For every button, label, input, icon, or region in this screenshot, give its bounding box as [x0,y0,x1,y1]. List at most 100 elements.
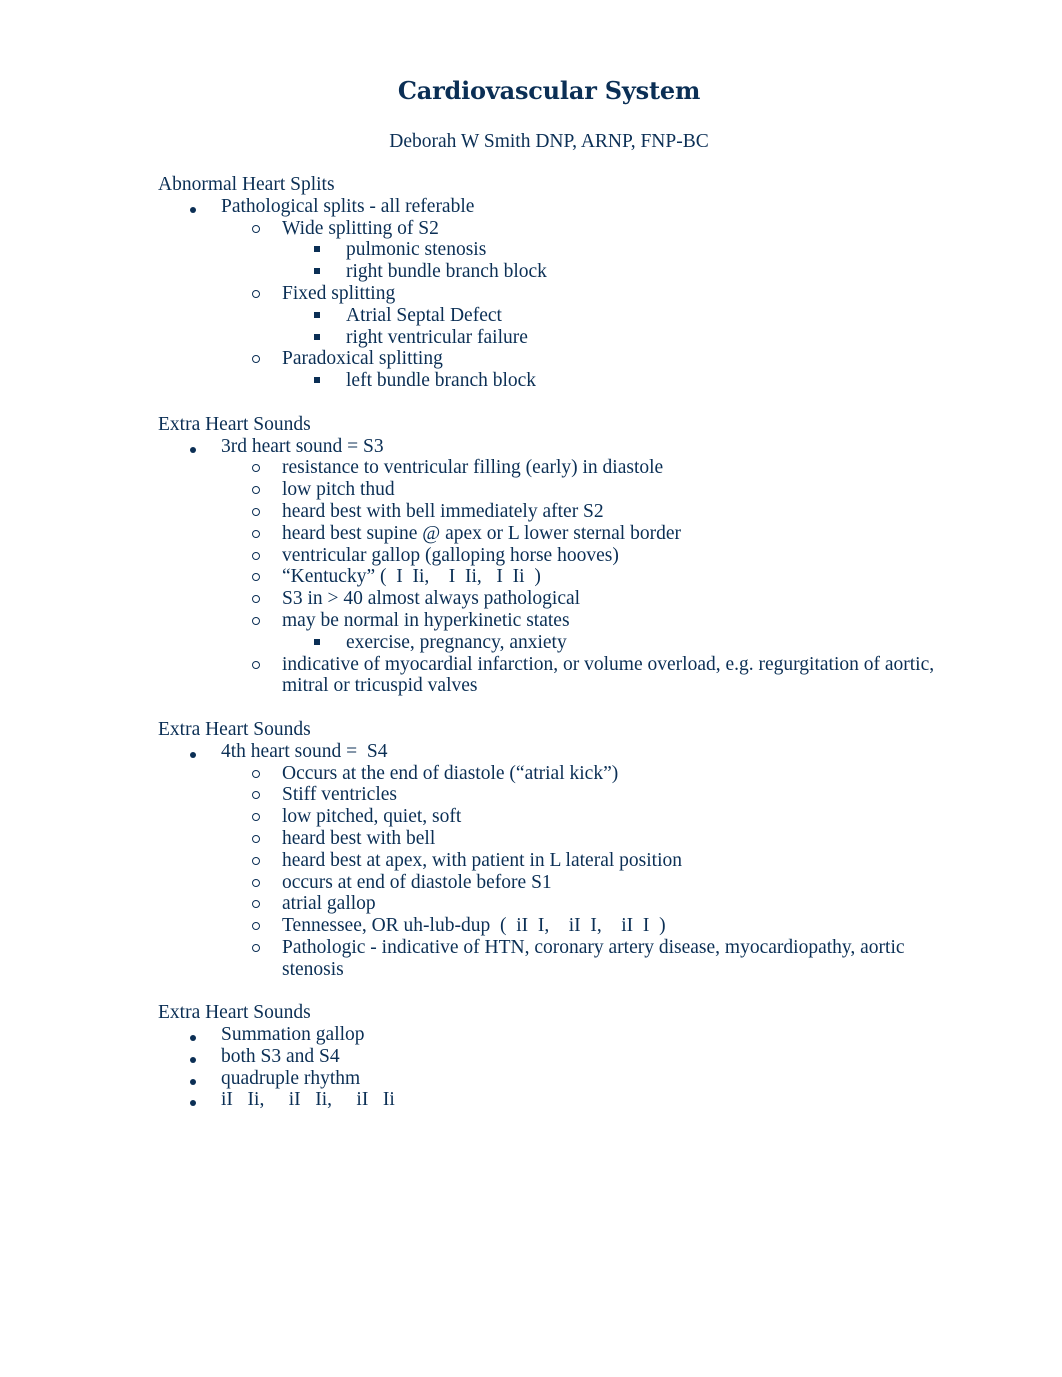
list-item: low pitched, quiet, soft [158,806,938,828]
document-title: Cardiovascular System [397,76,701,105]
circle-bullet-icon [252,943,260,952]
section-heading: Extra Heart Sounds [158,718,311,740]
circle-bullet-icon [252,595,260,604]
circle-bullet-icon [252,486,260,495]
circle-bullet-icon [252,660,260,669]
list-item: left bundle branch block [158,370,938,392]
square-bullet-icon [314,377,320,384]
circle-bullet-icon [252,464,260,473]
document-page: Cardiovascular System Deborah W Smith DN… [0,0,1062,1377]
list-item-text: Wide splitting of S2 [282,217,439,239]
list-item: quadruple rhythm [158,1068,938,1090]
list-item-text: right bundle branch block [346,261,547,283]
circle-bullet-icon [252,856,260,865]
list-item: pulmonic stenosis [158,239,938,261]
list-item-text: may be normal in hyperkinetic states [282,609,570,631]
list-item-text: quadruple rhythm [221,1067,361,1089]
circle-bullet-icon [252,791,260,800]
list-item-text: heard best with bell [282,827,436,849]
list-item-text: Pathological splits - all referable [221,195,475,217]
list-item: Pathological splits - all referable [158,196,938,218]
square-bullet-icon [314,333,320,340]
bullet-list: Summation gallop both S3 and S4 quadruple … [158,1024,938,1111]
section-extra-heart-sounds-summation: Extra Heart Sounds Summation gallop both … [158,1002,938,1111]
list-item-text: right ventricular failure [346,326,528,348]
disc-bullet-icon [190,446,196,453]
list-item: right ventricular failure [158,327,938,349]
list-item-text: Atrial Septal Defect [346,304,502,326]
disc-bullet-icon [190,206,196,213]
circle-bullet-icon [252,616,260,625]
list-item: Pathologic - indicative of HTN, coronary… [158,937,938,981]
list-item: Occurs at the end of diastole (“atrial k… [158,763,938,785]
list-item-text: S3 in > 40 almost always pathological [282,588,581,610]
disc-bullet-icon [190,1035,196,1042]
square-bullet-icon [314,246,320,253]
list-item: indicative of myocardial infarction, or … [158,654,938,698]
list-item: low pitch thud [158,479,938,501]
list-item: iI Ii, iI Ii, iI Ii [158,1089,938,1111]
disc-bullet-icon [190,1100,196,1107]
list-item: right bundle branch block [158,261,938,283]
section-extra-heart-sounds-s3: Extra Heart Sounds 3rd heart sound = S3 r… [158,414,938,697]
circle-bullet-icon [252,355,260,364]
document-author: Deborah W Smith DNP, ARNP, FNP-BC [389,131,709,152]
bullet-list: 3rd heart sound = S3 resistance to ventri… [158,436,938,698]
list-item: occurs at end of diastole before S1 [158,872,938,894]
list-item-text: iI Ii, iI Ii, iI Ii [221,1089,395,1111]
list-item-text: Tennessee, OR uh-lub-dup ( iI I, iI I, i… [282,915,666,937]
circle-bullet-icon [252,769,260,778]
list-item: Fixed splitting [158,283,938,305]
list-item: 3rd heart sound = S3 [158,436,938,458]
list-item: may be normal in hyperkinetic states [158,610,938,632]
list-item-text: heard best supine @ apex or L lower ster… [282,522,681,544]
list-item-text: Paradoxical splitting [282,348,443,370]
section-abnormal-heart-splits: Abnormal Heart Splits Pathological split… [158,174,938,392]
disc-bullet-icon [190,751,196,758]
list-item-text: pulmonic stenosis [346,239,487,261]
list-item-text: heard best at apex, with patient in L la… [282,849,682,871]
list-item: atrial gallop [158,893,938,915]
circle-bullet-icon [252,224,260,233]
list-item-text: left bundle branch block [346,370,537,392]
circle-bullet-icon [252,289,260,298]
circle-bullet-icon [252,878,260,887]
list-item-text: Pathologic - indicative of HTN, coronary… [282,936,910,980]
list-item-text: ventricular gallop (galloping horse hoov… [282,544,619,566]
circle-bullet-icon [252,900,260,909]
document-content: Abnormal Heart Splits Pathological split… [158,174,938,1133]
list-item-text: Fixed splitting [282,282,396,304]
list-item: Tennessee, OR uh-lub-dup ( iI I, iI I, i… [158,915,938,937]
list-item-text: indicative of myocardial infarction, or … [282,653,940,697]
section-heading: Extra Heart Sounds [158,413,311,435]
square-bullet-icon [314,638,320,645]
list-item-text: occurs at end of diastole before S1 [282,871,552,893]
list-item-text: exercise, pregnancy, anxiety [346,631,567,653]
list-item: “Kentucky” ( I Ii, I Ii, I Ii ) [158,566,938,588]
section-extra-heart-sounds-s4: Extra Heart Sounds 4th heart sound = S4 O… [158,719,938,981]
circle-bullet-icon [252,922,260,931]
list-item: both S3 and S4 [158,1046,938,1068]
circle-bullet-icon [252,573,260,582]
square-bullet-icon [314,268,320,275]
list-item: heard best at apex, with patient in L la… [158,850,938,872]
list-item: Paradoxical splitting [158,348,938,370]
circle-bullet-icon [252,529,260,538]
list-item: heard best with bell [158,828,938,850]
list-item-text: 3rd heart sound = S3 [221,435,384,457]
list-item-text: 4th heart sound = S4 [221,740,388,762]
list-item: ventricular gallop (galloping horse hoov… [158,545,938,567]
circle-bullet-icon [252,551,260,560]
list-item-text: low pitch thud [282,479,395,501]
list-item-text: low pitched, quiet, soft [282,806,462,828]
list-item-text: Stiff ventricles [282,784,397,806]
list-item: Wide splitting of S2 [158,218,938,240]
bullet-list: 4th heart sound = S4 Occurs at the end of… [158,741,938,981]
disc-bullet-icon [190,1056,196,1063]
section-heading: Extra Heart Sounds [158,1002,311,1024]
list-item: Stiff ventricles [158,784,938,806]
list-item: exercise, pregnancy, anxiety [158,632,938,654]
disc-bullet-icon [190,1078,196,1085]
list-item: resistance to ventricular filling (early… [158,457,938,479]
list-item-text: heard best with bell immediately after S… [282,500,604,522]
